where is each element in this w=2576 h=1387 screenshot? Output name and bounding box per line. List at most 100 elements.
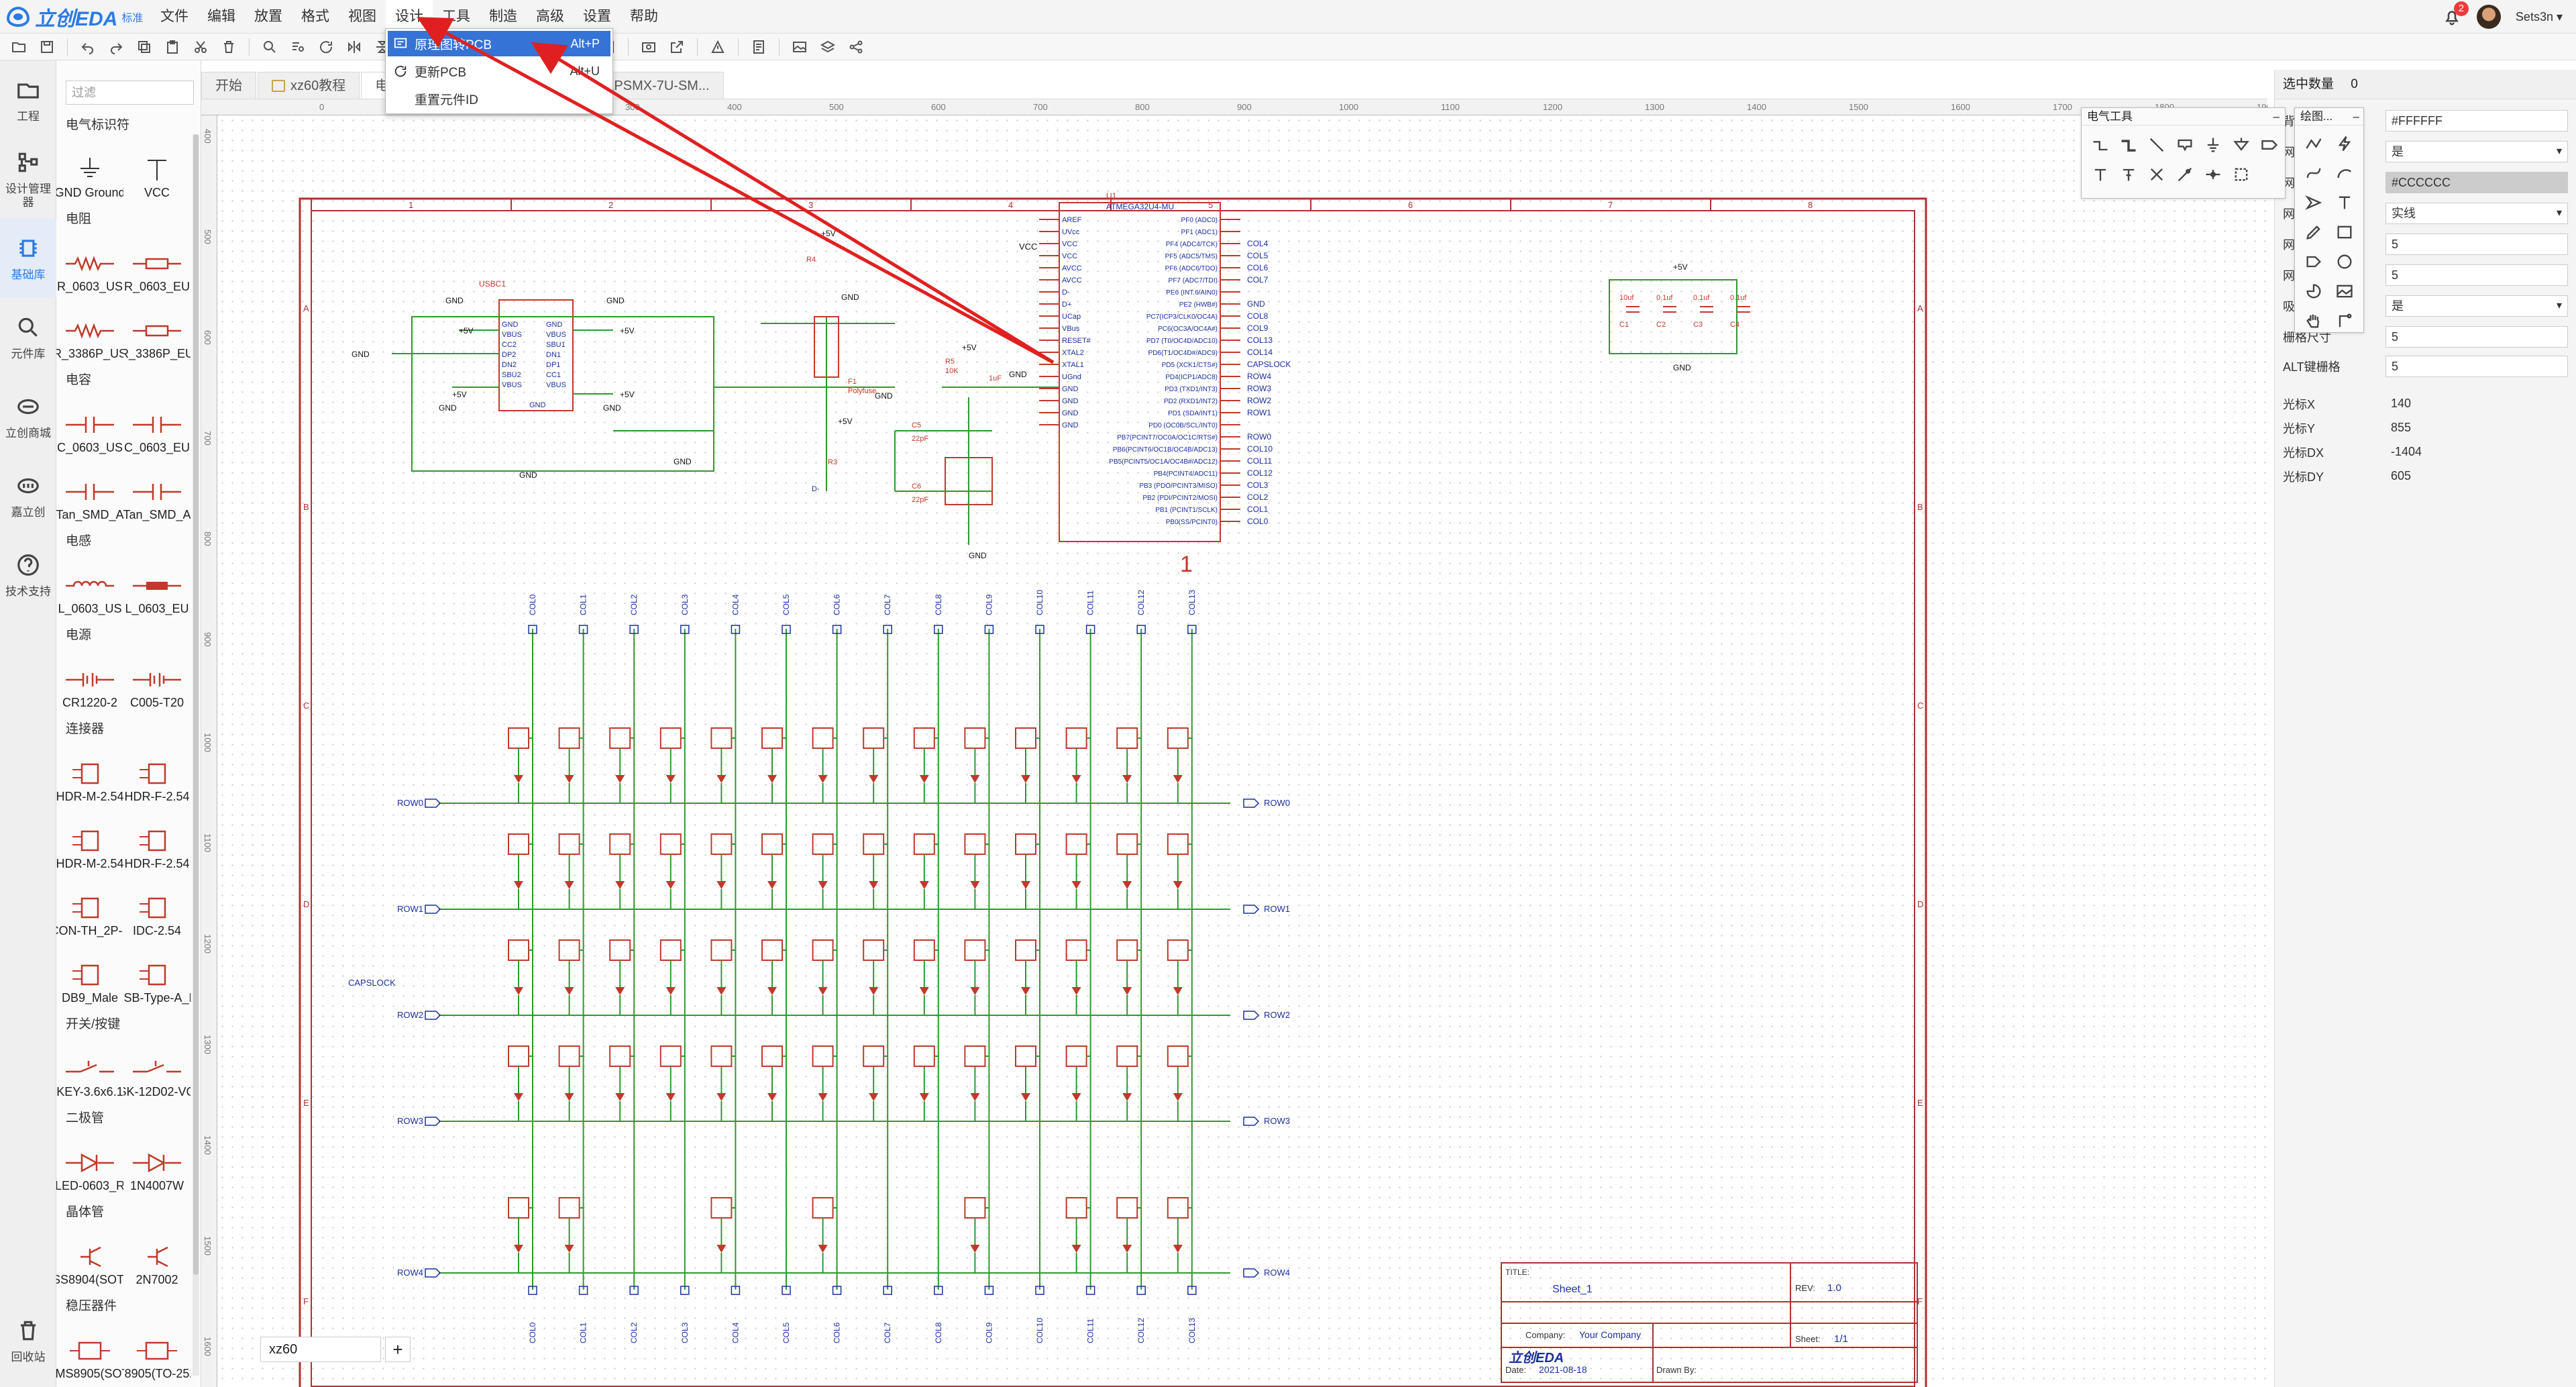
arc-icon[interactable] — [2330, 159, 2359, 187]
key-switch[interactable] — [812, 1197, 834, 1219]
library-component[interactable]: C005-T20 — [123, 648, 191, 715]
diode-symbol[interactable] — [869, 1093, 879, 1101]
key-switch[interactable] — [761, 833, 783, 855]
diode-symbol[interactable] — [1021, 775, 1030, 783]
pie-icon[interactable] — [2299, 277, 2328, 305]
bom-icon[interactable] — [747, 36, 771, 58]
diode-symbol[interactable] — [1173, 881, 1183, 889]
library-component[interactable]: HDR-M-2.54 — [56, 809, 123, 876]
diode-symbol[interactable] — [1173, 775, 1183, 783]
diode-symbol[interactable] — [919, 1093, 929, 1101]
key-switch[interactable] — [964, 1045, 986, 1067]
menu-item-1[interactable]: 编辑 — [198, 0, 245, 34]
diode-symbol[interactable] — [767, 881, 777, 889]
redo-icon[interactable] — [104, 36, 128, 58]
key-switch[interactable] — [1116, 727, 1138, 749]
diode-symbol[interactable] — [1071, 987, 1081, 995]
library-category-title[interactable]: 稳压器件 — [56, 1292, 201, 1319]
diode-symbol[interactable] — [1071, 881, 1081, 889]
diode-symbol[interactable] — [665, 775, 676, 783]
net-label-icon[interactable] — [2171, 131, 2198, 159]
key-switch[interactable] — [1015, 833, 1036, 855]
property-value[interactable]: #FFFFFF — [2385, 110, 2568, 132]
diode-symbol[interactable] — [716, 775, 727, 783]
key-switch[interactable] — [710, 727, 733, 749]
vcc-flag-icon[interactable] — [2087, 160, 2114, 189]
library-category-title[interactable]: 开关/按键 — [56, 1011, 201, 1037]
library-component[interactable]: R_3386P_EU — [123, 299, 191, 366]
flip-horizontal-icon[interactable] — [342, 36, 366, 58]
app-logo[interactable]: 立创EDA 标准 — [0, 0, 151, 34]
tab-1[interactable]: xz60教程 — [258, 72, 360, 99]
key-switch[interactable] — [659, 833, 682, 855]
library-category-title[interactable]: 电感 — [56, 527, 201, 554]
diode-symbol[interactable] — [665, 987, 676, 995]
library-filter-input[interactable]: 过滤 — [66, 81, 194, 105]
key-switch[interactable] — [964, 833, 986, 855]
menu-item-3[interactable]: 格式 — [292, 0, 339, 34]
library-component[interactable]: 1N4007W — [123, 1131, 191, 1198]
library-component[interactable]: GND Ground — [56, 138, 123, 205]
sheet-tab[interactable]: xz60 — [260, 1337, 381, 1362]
layers-icon[interactable] — [816, 36, 840, 58]
net-port[interactable] — [1243, 905, 1260, 914]
library-component[interactable]: R_3386P_US — [56, 299, 123, 366]
find-icon[interactable] — [258, 36, 282, 58]
net-port[interactable] — [425, 1117, 441, 1126]
key-switch[interactable] — [1116, 833, 1138, 855]
property-value[interactable]: 实线 — [2385, 203, 2568, 224]
group-icon[interactable] — [2228, 160, 2255, 189]
net-flag-vcc-icon[interactable] — [2228, 131, 2255, 159]
key-switch[interactable] — [1065, 727, 1087, 749]
bus-entry-icon[interactable] — [2143, 131, 2170, 159]
diode-symbol[interactable] — [869, 881, 879, 889]
image-insert-icon[interactable] — [2330, 277, 2359, 305]
library-scrollbar[interactable] — [193, 134, 199, 1376]
key-switch[interactable] — [558, 1197, 580, 1219]
property-value[interactable]: 5 — [2385, 356, 2568, 377]
diode-symbol[interactable] — [514, 775, 523, 783]
key-switch[interactable] — [558, 833, 580, 855]
minimize-icon[interactable]: – — [2273, 108, 2279, 125]
tab-0[interactable]: 开始 — [201, 72, 256, 99]
key-switch[interactable] — [1065, 1197, 1087, 1219]
key-switch[interactable] — [1167, 1045, 1189, 1067]
library-component[interactable]: VCC — [123, 138, 191, 205]
library-component[interactable]: DB9_Male — [56, 943, 123, 1011]
username[interactable]: Sets3n ▾ — [2516, 10, 2563, 24]
diode-symbol[interactable] — [665, 881, 676, 889]
save-icon[interactable] — [35, 36, 59, 58]
key-switch[interactable] — [1167, 727, 1189, 749]
screenshot-icon[interactable] — [637, 36, 661, 58]
diode-symbol[interactable] — [716, 1093, 727, 1101]
diode-symbol[interactable] — [919, 881, 929, 889]
minimize-icon[interactable]: – — [2353, 108, 2359, 125]
net-port[interactable] — [425, 799, 441, 808]
key-switch[interactable] — [1015, 1045, 1036, 1067]
key-switch[interactable] — [659, 939, 682, 961]
diode-symbol[interactable] — [1122, 1093, 1132, 1101]
lightning-icon[interactable] — [2330, 130, 2359, 158]
diode-symbol[interactable] — [1071, 775, 1081, 783]
rail-item-trash[interactable]: 回收站 — [0, 1301, 56, 1380]
diode-symbol[interactable] — [970, 1093, 980, 1101]
key-switch[interactable] — [508, 727, 529, 749]
key-switch[interactable] — [1167, 1197, 1189, 1219]
diode-symbol[interactable] — [1173, 1093, 1183, 1101]
library-component[interactable]: Tan_SMD_A — [56, 460, 123, 527]
undo-icon[interactable] — [76, 36, 100, 58]
diode-symbol[interactable] — [818, 987, 828, 995]
key-switch[interactable] — [609, 727, 631, 749]
diode-symbol[interactable] — [1122, 987, 1132, 995]
library-category-title[interactable]: 二极管 — [56, 1105, 201, 1131]
key-switch[interactable] — [761, 1045, 783, 1067]
library-component[interactable]: CON-TH_2P-F — [56, 876, 123, 943]
key-switch[interactable] — [558, 1045, 580, 1067]
key-switch[interactable] — [913, 939, 935, 961]
notification-bell-icon[interactable]: 2 — [2442, 1, 2469, 27]
diode-symbol[interactable] — [615, 987, 625, 995]
key-switch[interactable] — [812, 1045, 834, 1067]
net-port[interactable] — [425, 905, 441, 914]
delete-icon[interactable] — [217, 36, 241, 58]
diode-symbol[interactable] — [564, 1245, 574, 1253]
